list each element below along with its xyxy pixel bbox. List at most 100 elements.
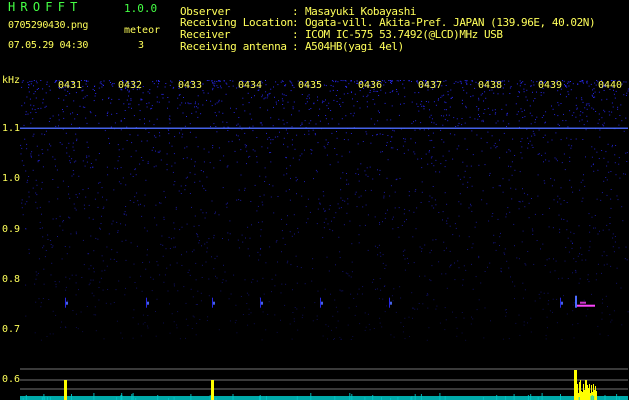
noise-speck xyxy=(101,270,103,272)
noise-speck xyxy=(105,302,107,304)
noise-speck xyxy=(52,310,54,312)
noise-speck xyxy=(592,89,593,91)
noise-speck xyxy=(143,205,145,207)
noise-speck xyxy=(425,101,427,102)
noise-speck xyxy=(222,238,223,239)
noise-speck xyxy=(31,80,33,82)
noise-speck xyxy=(580,111,582,113)
noise-speck xyxy=(404,96,406,98)
noise-speck xyxy=(444,166,446,168)
noise-speck xyxy=(311,280,313,282)
noise-speck xyxy=(327,223,329,225)
noise-speck xyxy=(30,104,32,106)
noise-speck xyxy=(173,237,175,239)
noise-speck xyxy=(484,109,486,110)
noise-speck xyxy=(323,221,325,223)
noise-speck xyxy=(181,226,183,228)
noise-speck xyxy=(265,91,267,93)
noise-speck xyxy=(577,255,579,257)
noise-speck xyxy=(225,280,227,282)
noise-speck xyxy=(49,89,51,91)
noise-speck xyxy=(340,290,342,292)
noise-speck xyxy=(400,80,401,81)
noise-speck xyxy=(81,277,83,278)
noise-speck xyxy=(26,148,28,150)
noise-speck xyxy=(267,95,269,97)
level-tick xyxy=(591,395,593,400)
noise-speck xyxy=(59,215,61,217)
noise-speck xyxy=(224,271,226,273)
noise-speck xyxy=(200,292,202,294)
noise-speck xyxy=(215,126,217,127)
noise-speck xyxy=(358,234,360,236)
noise-speck xyxy=(619,115,621,116)
noise-speck xyxy=(561,277,563,279)
noise-speck xyxy=(86,161,88,163)
noise-speck xyxy=(562,80,563,82)
noise-speck xyxy=(286,157,287,159)
noise-speck xyxy=(326,105,328,107)
noise-speck xyxy=(223,80,225,82)
noise-speck xyxy=(327,143,329,145)
noise-speck xyxy=(380,151,382,153)
noise-speck xyxy=(21,81,23,83)
noise-speck xyxy=(21,147,23,149)
noise-speck xyxy=(118,156,120,158)
noise-speck xyxy=(235,304,237,306)
noise-speck xyxy=(236,161,238,163)
noise-speck xyxy=(508,149,510,151)
noise-speck xyxy=(182,158,184,160)
noise-speck xyxy=(267,147,269,149)
noise-speck xyxy=(580,247,582,249)
noise-speck xyxy=(213,84,215,86)
noise-speck xyxy=(178,190,180,192)
noise-speck xyxy=(179,94,181,95)
noise-speck xyxy=(392,147,394,149)
noise-speck xyxy=(389,91,391,93)
noise-speck xyxy=(25,228,27,230)
noise-speck xyxy=(522,188,523,190)
noise-speck xyxy=(570,89,572,91)
noise-speck xyxy=(287,101,289,103)
noise-speck xyxy=(98,287,100,288)
level-tick xyxy=(266,396,267,400)
noise-speck xyxy=(206,176,208,178)
noise-speck xyxy=(548,226,550,228)
noise-speck xyxy=(44,256,46,258)
noise-speck xyxy=(383,195,385,197)
noise-speck xyxy=(289,199,291,201)
noise-speck xyxy=(336,101,338,102)
noise-speck xyxy=(38,154,40,156)
noise-speck xyxy=(261,201,263,203)
noise-speck xyxy=(382,262,384,264)
echo-mark xyxy=(260,297,261,308)
noise-speck xyxy=(431,197,433,199)
noise-speck xyxy=(463,317,465,319)
noise-speck xyxy=(179,132,180,134)
noise-speck xyxy=(531,198,532,199)
noise-speck xyxy=(369,166,371,168)
noise-speck xyxy=(617,108,619,110)
noise-speck xyxy=(509,93,511,94)
noise-speck xyxy=(292,312,294,313)
noise-speck xyxy=(379,317,381,319)
noise-speck xyxy=(180,129,182,131)
noise-speck xyxy=(293,86,295,88)
noise-speck xyxy=(261,122,262,124)
noise-speck xyxy=(332,89,334,91)
noise-speck xyxy=(502,87,504,89)
noise-speck xyxy=(153,166,155,168)
noise-speck xyxy=(366,106,368,108)
noise-speck xyxy=(569,160,571,162)
noise-speck xyxy=(249,113,251,115)
noise-speck xyxy=(196,234,198,236)
noise-speck xyxy=(585,129,587,131)
noise-speck xyxy=(164,86,166,88)
noise-speck xyxy=(71,274,73,276)
noise-speck xyxy=(572,310,574,312)
noise-speck xyxy=(282,104,284,105)
noise-speck xyxy=(267,138,269,140)
noise-speck xyxy=(430,157,432,159)
noise-speck xyxy=(383,80,385,82)
noise-speck xyxy=(195,262,197,264)
